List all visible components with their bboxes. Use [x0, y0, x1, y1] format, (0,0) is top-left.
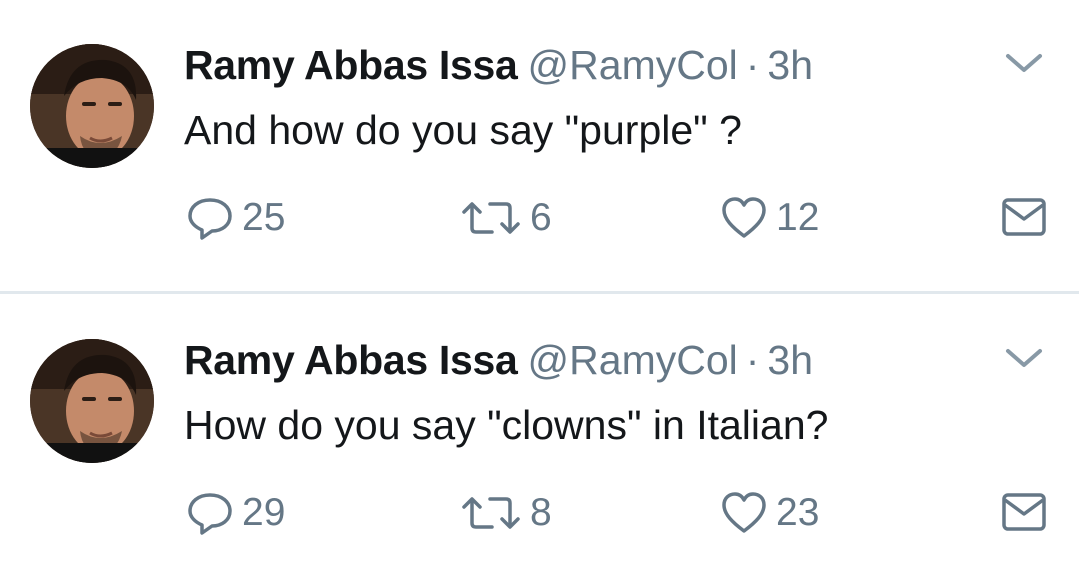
retweet-icon: [460, 487, 522, 539]
like-icon: [720, 487, 768, 539]
tweet-header: Ramy Abbas Issa @RamyCol · 3h: [184, 335, 813, 385]
timestamp[interactable]: 3h: [767, 42, 813, 88]
retweet-count: 6: [530, 196, 552, 239]
tweet-text: And how do you say "purple" ?: [184, 107, 742, 153]
separator-dot: ·: [745, 42, 760, 88]
like-button[interactable]: 12: [720, 192, 819, 244]
like-count: 12: [776, 196, 820, 239]
direct-message-icon: [1000, 192, 1048, 244]
reply-icon: [186, 192, 234, 244]
timestamp[interactable]: 3h: [767, 337, 813, 383]
retweet-button[interactable]: 8: [460, 487, 552, 539]
tweet-actions: 25 6 12: [0, 192, 1079, 244]
tweet[interactable]: Ramy Abbas Issa @RamyCol · 3h And how do yo…: [0, 0, 1079, 292]
direct-message-button[interactable]: [1000, 192, 1048, 244]
caret-down-icon[interactable]: [1003, 343, 1045, 373]
retweet-button[interactable]: 6: [460, 192, 552, 244]
caret-down-icon[interactable]: [1003, 48, 1045, 78]
author-handle[interactable]: @RamyCol: [528, 337, 738, 383]
retweet-icon: [460, 192, 522, 244]
reply-button[interactable]: 25: [186, 192, 285, 244]
avatar[interactable]: [30, 44, 154, 168]
like-icon: [720, 192, 768, 244]
tweet-divider: [0, 291, 1079, 294]
like-button[interactable]: 23: [720, 487, 819, 539]
reply-button[interactable]: 29: [186, 487, 285, 539]
separator-dot: ·: [745, 337, 760, 383]
like-count: 23: [776, 491, 820, 534]
author-name[interactable]: Ramy Abbas Issa: [184, 337, 518, 383]
direct-message-button[interactable]: [1000, 487, 1048, 539]
avatar[interactable]: [30, 339, 154, 463]
direct-message-icon: [1000, 487, 1048, 539]
reply-count: 29: [242, 491, 286, 534]
tweet-header: Ramy Abbas Issa @RamyCol · 3h: [184, 40, 813, 90]
tweet[interactable]: Ramy Abbas Issa @RamyCol · 3h How do you sa…: [0, 295, 1079, 588]
reply-count: 25: [242, 196, 286, 239]
tweet-text: How do you say "clowns" in Italian?: [184, 402, 829, 448]
reply-icon: [186, 487, 234, 539]
author-name[interactable]: Ramy Abbas Issa: [184, 42, 518, 88]
retweet-count: 8: [530, 491, 552, 534]
author-handle[interactable]: @RamyCol: [528, 42, 738, 88]
tweet-actions: 29 8 23: [0, 487, 1079, 539]
